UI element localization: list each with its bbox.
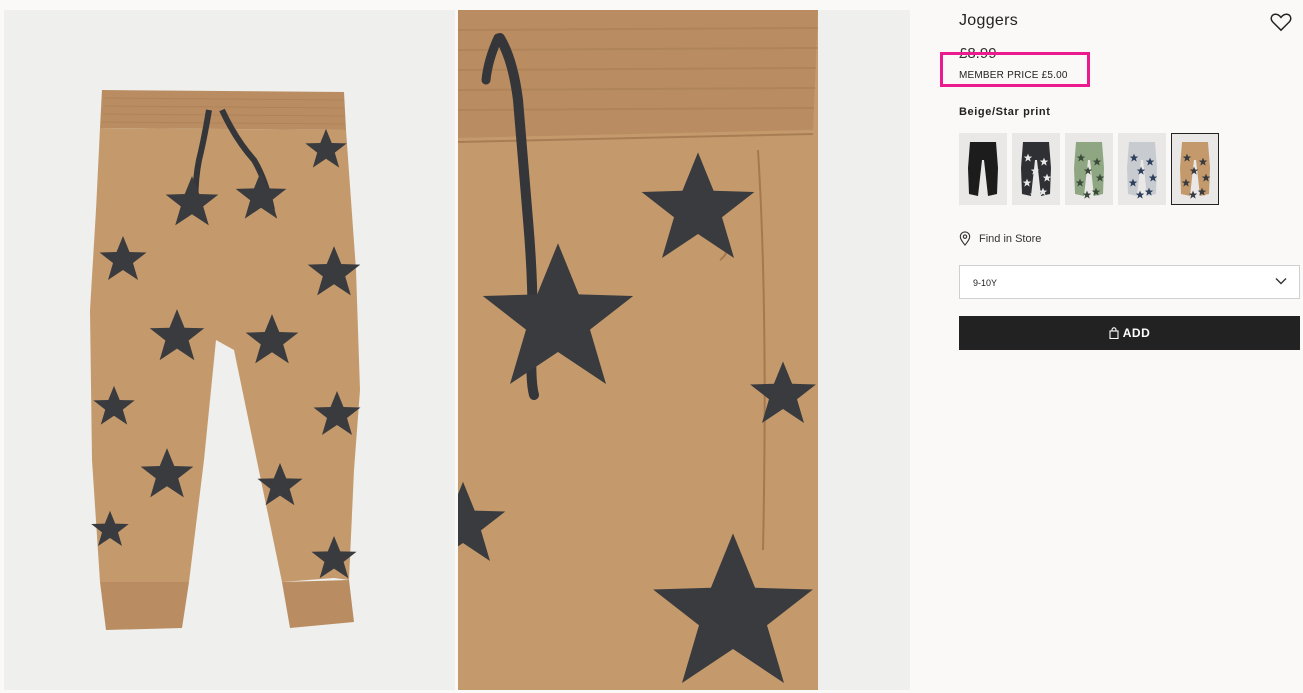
find-in-store-label: Find in Store <box>979 232 1042 245</box>
swatch-thumbnail <box>1021 142 1052 199</box>
favorite-button[interactable] <box>1270 12 1292 32</box>
product-info-panel: Joggers £8.99 MEMBER PRICE £5.00 Beige/S… <box>940 0 1300 693</box>
product-title: Joggers <box>959 12 1019 29</box>
color-swatch-list <box>959 133 1219 205</box>
joggers-closeup-illustration <box>458 10 910 690</box>
color-swatch[interactable] <box>1171 133 1219 205</box>
shopping-bag-icon <box>1109 327 1119 339</box>
add-to-bag-button[interactable]: ADD <box>959 316 1300 350</box>
chevron-down-icon <box>1275 278 1287 285</box>
product-image-detail[interactable] <box>458 10 910 690</box>
location-pin-icon <box>959 231 971 246</box>
swatch-thumbnail <box>1180 142 1211 199</box>
heart-icon <box>1270 13 1292 32</box>
member-price: MEMBER PRICE £5.00 <box>959 70 1068 81</box>
color-swatch[interactable] <box>1065 133 1113 205</box>
selected-color-name: Beige/Star print <box>959 106 1051 118</box>
find-in-store-link[interactable]: Find in Store <box>959 231 1041 246</box>
product-image-main[interactable] <box>4 10 455 690</box>
color-swatch[interactable] <box>1118 133 1166 205</box>
add-button-label: ADD <box>1122 326 1151 340</box>
regular-price: £8.99 <box>959 45 997 62</box>
joggers-flat-illustration <box>90 90 361 630</box>
swatch-thumbnail <box>1074 142 1105 199</box>
color-swatch[interactable] <box>1012 133 1060 205</box>
swatch-thumbnail <box>1127 142 1158 199</box>
color-swatch[interactable] <box>959 133 1007 205</box>
swatch-thumbnail <box>968 142 998 196</box>
size-select[interactable]: 9-10Y <box>959 265 1300 299</box>
size-selected-value: 9-10Y <box>973 278 998 288</box>
